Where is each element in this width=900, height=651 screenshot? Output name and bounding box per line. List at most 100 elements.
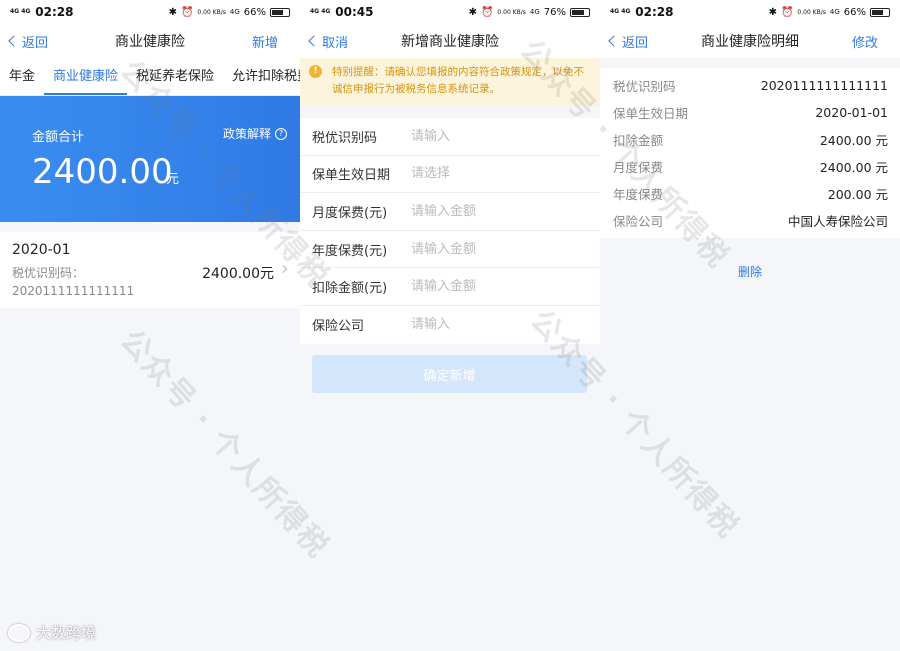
net-speed: 0.00 KB/s	[497, 8, 526, 16]
signal-indicator: 4G 4G	[610, 8, 631, 15]
brand-logo: 大数跨境	[8, 622, 96, 643]
detail-value: 2400.00 元	[819, 133, 888, 148]
network-type: 4G	[229, 8, 240, 16]
tab-annuity[interactable]: 年金	[0, 58, 44, 95]
detail-row: 扣除金额 2400.00 元	[600, 126, 900, 153]
detail-value: 2400.00 元	[819, 160, 888, 175]
chevron-left-icon	[608, 35, 620, 47]
detail-row: 保单生效日期 2020-01-01	[600, 99, 900, 126]
notice-banner: ! 特别提醒：请确认您填报的内容符合政策规定，以免不诚信申报行为被税务信息系统记…	[300, 58, 600, 106]
network-type: 4G	[529, 8, 540, 16]
record-date: 2020-01	[12, 242, 71, 258]
signal-indicator: 4G 4G	[10, 8, 31, 15]
effective-date-picker[interactable]	[411, 166, 600, 182]
cancel-button[interactable]: 取消	[308, 24, 348, 58]
nav-bar: 返回 商业健康险 新增	[0, 24, 300, 58]
detail-value: 2020-01-01	[815, 105, 888, 120]
list-item[interactable]: 2020-01 税优识别码： 2020111111111111 2400.00元	[0, 232, 300, 308]
annual-premium-input[interactable]	[411, 241, 600, 257]
page-title: 商业健康险	[115, 34, 185, 50]
alarm-icon: ⏰	[480, 6, 494, 18]
status-bar: 4G 4G 00:45 ✱ ⏰ 0.00 KB/s 4G 76%	[300, 0, 600, 24]
chevron-right-icon	[278, 264, 288, 274]
summary-card: 金额合计 政策解释 ? 2400.00 元	[0, 96, 300, 222]
question-icon: ?	[275, 127, 287, 140]
detail-label: 保险公司	[613, 214, 664, 229]
battery-percent: 76%	[543, 6, 566, 18]
field-label: 年度保费(元)	[312, 243, 388, 259]
battery-fill	[872, 9, 883, 15]
alarm-icon: ⏰	[180, 6, 194, 18]
detail-label: 扣除金额	[613, 133, 664, 148]
field-annual-premium: 年度保费(元)	[300, 231, 600, 269]
detail-list: 税优识别码 2020111111111111 保单生效日期 2020-01-01…	[600, 68, 900, 238]
notice-text: 特别提醒：请确认您填报的内容符合政策规定，以免不诚信申报行为被税务信息系统记录。	[332, 66, 584, 95]
status-time: 02:28	[635, 5, 674, 19]
screen-health-insurance-list: 4G 4G 02:28 ✱ ⏰ 0.00 KB/s 4G 66% 返回 商业健康…	[0, 0, 300, 651]
brand-mark-icon	[8, 623, 30, 642]
battery-percent: 66%	[843, 6, 866, 18]
detail-value: 中国人寿保险公司	[787, 214, 888, 229]
back-button[interactable]: 返回	[608, 24, 649, 58]
status-time: 00:45	[335, 5, 374, 19]
detail-value: 200.00 元	[827, 187, 888, 202]
net-speed: 0.00 KB/s	[197, 8, 226, 16]
detail-label: 税优识别码	[613, 79, 676, 94]
category-tabs: 年金 商业健康险 税延养老保险 允许扣除税费	[0, 58, 300, 96]
nav-bar: 取消 新增商业健康险	[300, 24, 600, 58]
detail-row: 保险公司 中国人寿保险公司	[600, 207, 900, 234]
detail-value: 2020111111111111	[760, 78, 888, 93]
back-label: 返回	[22, 35, 49, 51]
field-tax-code: 税优识别码	[300, 118, 600, 156]
delete-button[interactable]: 删除	[600, 263, 900, 280]
net-speed: 0.00 KB/s	[797, 8, 826, 16]
summary-label: 金额合计	[32, 130, 85, 145]
detail-label: 保单生效日期	[613, 106, 689, 121]
bluetooth-icon: ✱	[768, 6, 777, 18]
deduction-amount-input[interactable]	[411, 279, 600, 295]
brand-name: 大数跨境	[36, 624, 97, 642]
tab-deductible-taxes[interactable]: 允许扣除税费	[223, 58, 300, 95]
policy-explanation-link[interactable]: 政策解释 ?	[223, 125, 287, 142]
status-bar: 4G 4G 02:28 ✱ ⏰ 0.00 KB/s 4G 66%	[0, 0, 300, 24]
back-button[interactable]: 返回	[8, 24, 49, 58]
tab-tax-deferred-pension[interactable]: 税延养老保险	[127, 58, 223, 95]
tab-health-insurance[interactable]: 商业健康险	[44, 58, 128, 95]
field-monthly-premium: 月度保费(元)	[300, 193, 600, 231]
field-effective-date: 保单生效日期	[300, 156, 600, 194]
battery-icon	[570, 7, 590, 17]
add-button[interactable]: 新增	[252, 24, 278, 58]
edit-button[interactable]: 修改	[852, 24, 878, 58]
chevron-left-icon	[8, 35, 20, 47]
detail-row: 税优识别码 2020111111111111	[600, 72, 900, 99]
field-label: 月度保费(元)	[312, 205, 388, 221]
battery-icon	[270, 7, 290, 17]
network-type: 4G	[829, 8, 840, 16]
signal-indicator: 4G 4G	[310, 8, 331, 15]
monthly-premium-input[interactable]	[411, 203, 600, 219]
detail-label: 年度保费	[613, 187, 664, 202]
policy-link-label: 政策解释	[222, 127, 271, 141]
screen-add-health-insurance: 4G 4G 00:45 ✱ ⏰ 0.00 KB/s 4G 76% 取消 新增商业…	[300, 0, 600, 651]
add-form: 税优识别码 保单生效日期 月度保费(元) 年度保费(元) 扣除金额(元) 保险公…	[300, 118, 600, 344]
alarm-icon: ⏰	[780, 6, 794, 18]
status-bar: 4G 4G 02:28 ✱ ⏰ 0.00 KB/s 4G 66%	[600, 0, 900, 24]
insurer-input[interactable]	[411, 317, 600, 333]
amount-unit: 元	[166, 172, 180, 187]
record-code: 2020111111111111	[12, 284, 135, 298]
record-amount: 2400.00元	[202, 266, 274, 282]
back-label: 返回	[622, 35, 649, 51]
field-label: 保险公司	[312, 319, 365, 335]
detail-row: 年度保费 200.00 元	[600, 180, 900, 207]
tax-code-input[interactable]	[411, 128, 600, 144]
warning-icon: !	[309, 65, 322, 78]
total-amount: 2400.00	[32, 152, 173, 192]
screen-health-insurance-detail: 4G 4G 02:28 ✱ ⏰ 0.00 KB/s 4G 66% 返回 商业健康…	[600, 0, 900, 651]
nav-bar: 返回 商业健康险明细 修改	[600, 24, 900, 58]
detail-row: 月度保费 2400.00 元	[600, 153, 900, 180]
battery-fill	[572, 9, 584, 15]
battery-percent: 66%	[243, 6, 266, 18]
confirm-add-button[interactable]: 确定新增	[312, 355, 587, 393]
chevron-left-icon	[308, 35, 320, 47]
bluetooth-icon: ✱	[168, 6, 177, 18]
